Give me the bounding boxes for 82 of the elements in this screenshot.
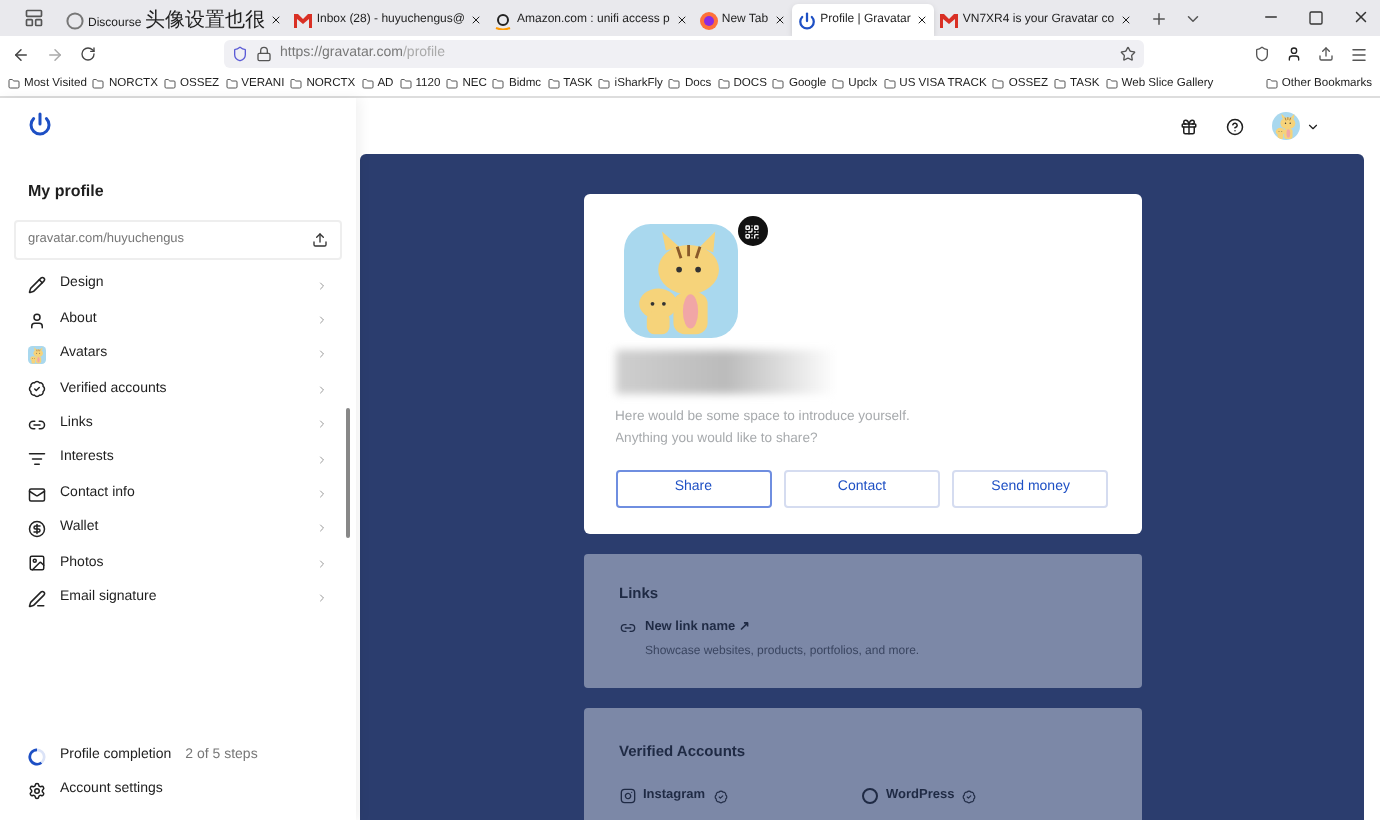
chevron-icon bbox=[316, 592, 328, 605]
folder-icon bbox=[1105, 78, 1118, 90]
bookmark-star-icon[interactable] bbox=[1120, 46, 1136, 62]
folder-icon bbox=[598, 78, 611, 90]
settings-icon bbox=[28, 782, 46, 800]
folder-icon bbox=[446, 78, 459, 90]
folder-icon bbox=[492, 78, 505, 90]
folder-icon bbox=[92, 78, 105, 90]
folder-icon bbox=[163, 78, 176, 90]
chevron-icon bbox=[316, 453, 328, 466]
folder-icon bbox=[399, 78, 412, 90]
chevron-icon bbox=[316, 557, 328, 570]
qr-code-icon bbox=[744, 223, 760, 239]
logo-icon[interactable] bbox=[28, 112, 52, 136]
folder-icon bbox=[717, 78, 730, 90]
circle-logo-icon bbox=[862, 788, 878, 805]
scrollbar bbox=[346, 408, 350, 538]
sidebar-item-icon bbox=[28, 311, 46, 330]
chevron-icon bbox=[316, 522, 328, 535]
folder-icon bbox=[547, 78, 560, 90]
chevron-icon bbox=[316, 418, 328, 431]
qr-code-button[interactable] bbox=[737, 216, 767, 246]
avatar-icon bbox=[28, 345, 46, 364]
sidebar-item-icon bbox=[28, 415, 46, 434]
sidebar-item-icon bbox=[28, 554, 46, 573]
globe-icon bbox=[699, 11, 718, 29]
share-icon[interactable] bbox=[312, 232, 328, 248]
menu-icon[interactable] bbox=[1350, 45, 1368, 63]
maximize-icon[interactable] bbox=[1308, 10, 1324, 26]
chevron-icon bbox=[316, 383, 328, 396]
close-icon[interactable] bbox=[774, 14, 787, 26]
account-icon[interactable] bbox=[1286, 46, 1302, 62]
reload-icon[interactable] bbox=[80, 46, 96, 62]
folder-icon bbox=[668, 78, 681, 90]
sidebar-item-icon bbox=[28, 276, 46, 295]
folder-icon bbox=[1265, 78, 1278, 90]
sidebar-item-icon bbox=[28, 450, 46, 469]
close-icon[interactable] bbox=[916, 14, 929, 26]
new-tab-icon[interactable] bbox=[1150, 10, 1169, 28]
verified-badge-icon bbox=[962, 789, 977, 804]
caret-icon[interactable] bbox=[1306, 119, 1320, 133]
folder-icon bbox=[361, 78, 374, 90]
sidebar-item-icon bbox=[28, 380, 46, 399]
chat-bubble-icon bbox=[66, 11, 84, 29]
folder-icon bbox=[290, 78, 303, 90]
extensions-icon[interactable] bbox=[1318, 46, 1334, 62]
folder-icon bbox=[992, 78, 1005, 90]
folder-icon bbox=[772, 78, 785, 90]
close-icon[interactable] bbox=[1120, 14, 1133, 26]
close-icon[interactable] bbox=[1352, 8, 1370, 26]
folder-icon bbox=[832, 78, 845, 90]
lock-icon bbox=[256, 46, 272, 62]
verified-badge-icon bbox=[713, 789, 728, 804]
chevron-icon bbox=[316, 348, 328, 361]
close-icon[interactable] bbox=[675, 14, 688, 26]
folder-icon bbox=[883, 78, 896, 90]
sidebar-item-icon bbox=[28, 519, 46, 538]
back-icon[interactable] bbox=[12, 45, 30, 63]
mail-icon bbox=[940, 13, 959, 27]
chevron-icon bbox=[316, 314, 328, 327]
mail-icon bbox=[294, 13, 313, 27]
chevron-icon bbox=[316, 279, 328, 292]
gift-icon[interactable] bbox=[1180, 117, 1198, 135]
avatar-drawing bbox=[1272, 112, 1300, 140]
sidebar-item-icon bbox=[28, 485, 46, 504]
tab-list-icon[interactable] bbox=[1184, 10, 1203, 28]
chevron-icon bbox=[316, 488, 328, 501]
folder-icon bbox=[1054, 78, 1067, 90]
camera-icon bbox=[619, 788, 635, 805]
close-icon[interactable] bbox=[470, 14, 483, 26]
tabs-overview-icon[interactable] bbox=[24, 8, 44, 28]
help-icon[interactable] bbox=[1226, 117, 1244, 135]
sidebar-item-icon bbox=[28, 589, 46, 608]
close-icon[interactable] bbox=[270, 14, 283, 26]
folder-icon bbox=[225, 78, 238, 90]
sidebar-title: My profile bbox=[28, 180, 106, 204]
cat-drawing bbox=[623, 224, 737, 338]
link-icon bbox=[619, 620, 635, 637]
folder-icon bbox=[8, 78, 20, 90]
power-icon bbox=[798, 11, 817, 29]
shield-icon bbox=[232, 46, 248, 62]
progress-ring-icon bbox=[28, 748, 46, 766]
